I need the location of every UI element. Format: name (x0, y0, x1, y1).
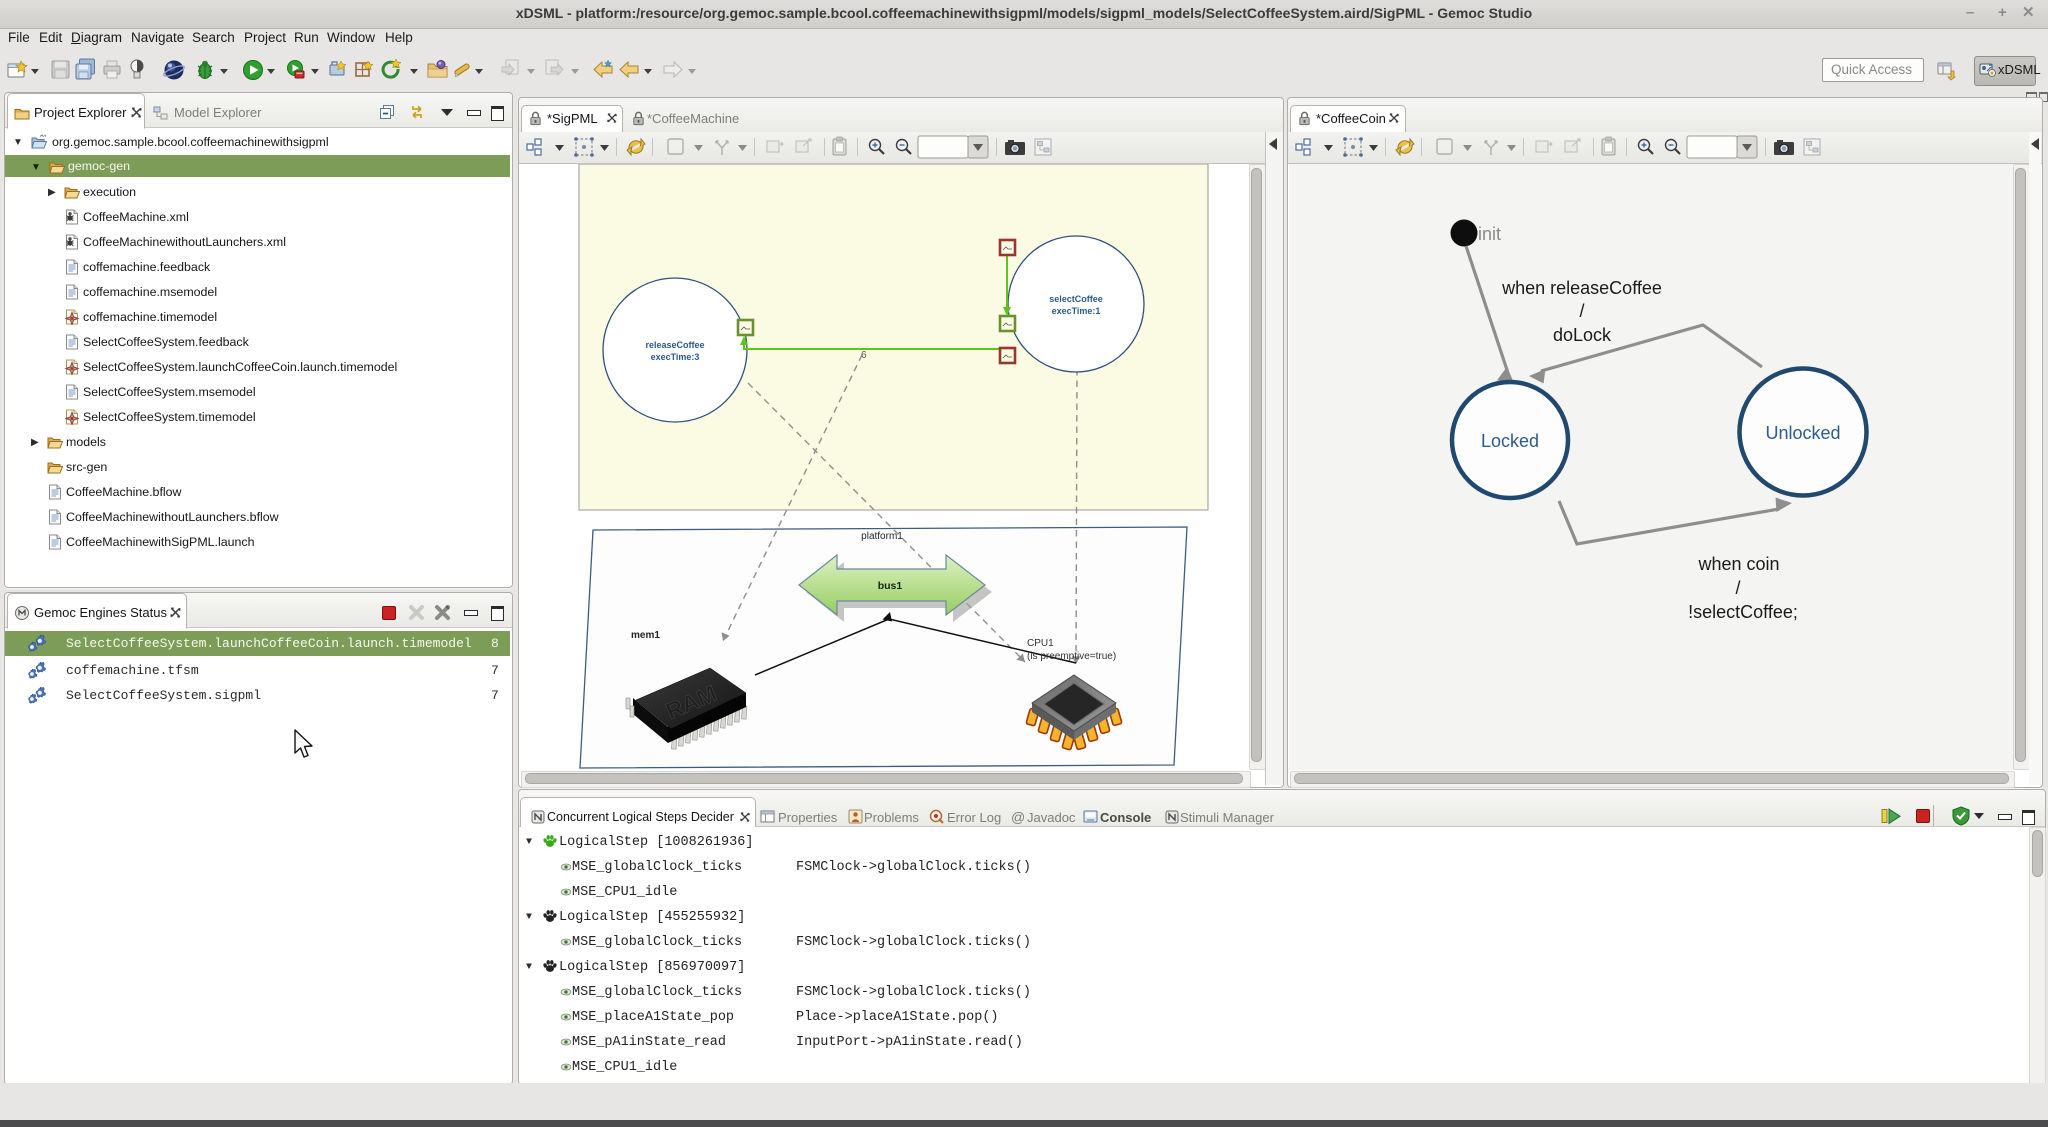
svg-text:Unlocked: Unlocked (1765, 423, 1840, 443)
svg-text:doLock: doLock (1553, 325, 1612, 345)
svg-text:CPU1: CPU1 (1027, 638, 1054, 649)
svg-text:/: / (1579, 301, 1584, 321)
svg-text:(is preemptive=true): (is preemptive=true) (1027, 651, 1116, 662)
svg-text:when releaseCoffee: when releaseCoffee (1501, 278, 1662, 298)
svg-text:6: 6 (861, 350, 867, 361)
svg-text:/: / (1735, 578, 1740, 598)
svg-text:init: init (1478, 224, 1501, 244)
svg-text:Locked: Locked (1481, 431, 1539, 451)
svg-text:mem1: mem1 (631, 630, 660, 641)
svg-text:bus1: bus1 (878, 580, 903, 592)
svg-text:execTime:1: execTime:1 (1052, 306, 1101, 316)
svg-text:releaseCoffee: releaseCoffee (645, 340, 704, 350)
svg-text:selectCoffee: selectCoffee (1049, 294, 1103, 304)
svg-text:!selectCoffee;: !selectCoffee; (1688, 602, 1798, 622)
svg-text:when coin: when coin (1697, 554, 1779, 574)
svg-text:platform1: platform1 (861, 531, 903, 542)
svg-text:execTime:3: execTime:3 (651, 352, 700, 362)
